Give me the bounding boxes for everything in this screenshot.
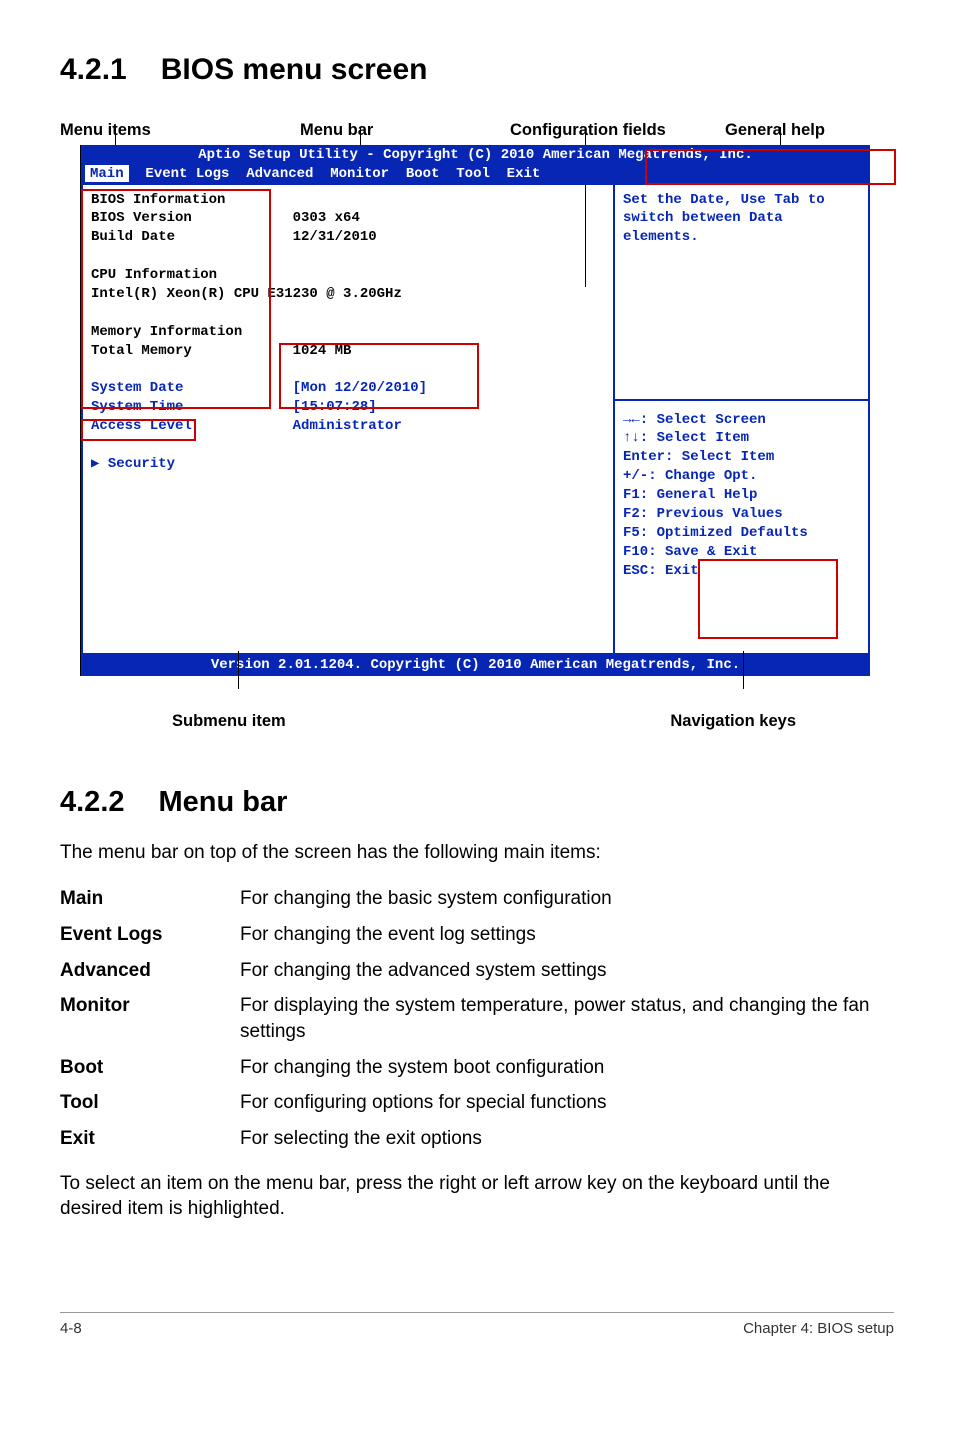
label-navigation-keys: Navigation keys [670, 710, 796, 732]
submenu-security[interactable]: ▶ Security [91, 455, 605, 474]
section-title-text: Menu bar [159, 786, 288, 818]
row-key: Main [60, 881, 240, 917]
table-row: AdvancedFor changing the advanced system… [60, 953, 894, 989]
menu-description-table: MainFor changing the basic system config… [60, 881, 894, 1156]
key-line: F2: Previous Values [623, 505, 860, 524]
key-line: →←: Select Screen [623, 411, 860, 430]
pointer-line [238, 651, 239, 689]
bios-info-row: Memory Information [91, 323, 605, 342]
section-heading-421: 4.2.1 BIOS menu screen [60, 50, 894, 91]
bios-footer: Version 2.01.1204. Copyright (C) 2010 Am… [81, 655, 870, 677]
field-value[interactable]: [Mon 12/20/2010] [183, 380, 427, 396]
label-menu-items: Menu items [60, 119, 300, 141]
table-row: BootFor changing the system boot configu… [60, 1050, 894, 1086]
bios-nav-keys: →←: Select Screen ↑↓: Select Item Enter:… [623, 401, 860, 581]
field-value: Administrator [192, 418, 402, 434]
key-line: +/-: Change Opt. [623, 467, 860, 486]
field-label: System Time [91, 399, 183, 415]
spacer [91, 304, 605, 323]
label-menu-bar: Menu bar [300, 119, 510, 141]
row-key: Advanced [60, 953, 240, 989]
bios-right-panel: Set the Date, Use Tab to switch between … [613, 185, 868, 653]
bios-body: BIOS Information BIOS Version 0303 x64 B… [81, 185, 870, 655]
row-val: For changing the advanced system setting… [240, 953, 894, 989]
pointer-line [743, 651, 744, 689]
bios-info-row: Intel(R) Xeon(R) CPU E31230 @ 3.20GHz [91, 285, 605, 304]
field-value[interactable]: [15:07:28] [183, 399, 376, 415]
table-row: ExitFor selecting the exit options [60, 1121, 894, 1157]
table-row: ToolFor configuring options for special … [60, 1085, 894, 1121]
section-title-text: BIOS menu screen [161, 53, 428, 86]
bios-info-row: Total Memory 1024 MB [91, 342, 605, 361]
section-number: 4.2.2 [60, 783, 125, 822]
bios-menu-items[interactable]: Event Logs Advanced Monitor Boot Tool Ex… [129, 166, 541, 182]
bios-info-row: System Date [Mon 12/20/2010] [91, 379, 605, 398]
field-label: Access Level [91, 418, 192, 434]
key-line: F5: Optimized Defaults [623, 524, 860, 543]
row-key: Event Logs [60, 917, 240, 953]
field-label: System Date [91, 380, 183, 396]
key-line: ESC: Exit [623, 562, 860, 581]
paragraph: The menu bar on top of the screen has th… [60, 840, 894, 866]
section-heading-422: 4.2.2 Menu bar [60, 783, 894, 822]
key-line: F1: General Help [623, 486, 860, 505]
bios-help-text: Set the Date, Use Tab to switch between … [623, 191, 860, 399]
label-submenu-item: Submenu item [172, 710, 286, 732]
bios-screen: Aptio Setup Utility - Copyright (C) 2010… [80, 145, 870, 677]
row-key: Exit [60, 1121, 240, 1157]
bios-titlebar: Aptio Setup Utility - Copyright (C) 2010… [81, 145, 870, 185]
spacer [91, 247, 605, 266]
bios-title-text: Aptio Setup Utility - Copyright (C) 2010… [89, 146, 862, 165]
label-config-fields: Configuration fields [510, 119, 725, 141]
help-line: switch between Data elements. [623, 209, 860, 247]
row-val: For displaying the system temperature, p… [240, 988, 894, 1049]
bios-info-row: Access Level Administrator [91, 417, 605, 436]
page-number: 4-8 [60, 1319, 82, 1339]
row-key: Monitor [60, 988, 240, 1049]
row-val: For configuring options for special func… [240, 1085, 894, 1121]
bios-info-row: CPU Information [91, 266, 605, 285]
spacer [91, 361, 605, 380]
key-line: ↑↓: Select Item [623, 429, 860, 448]
table-row: MonitorFor displaying the system tempera… [60, 988, 894, 1049]
page-footer: 4-8 Chapter 4: BIOS setup [60, 1312, 894, 1339]
spacer [91, 436, 605, 455]
row-val: For changing the event log settings [240, 917, 894, 953]
label-general-help: General help [725, 119, 894, 141]
bios-left-panel: BIOS Information BIOS Version 0303 x64 B… [83, 185, 613, 653]
row-val: For selecting the exit options [240, 1121, 894, 1157]
bios-info-row: BIOS Version 0303 x64 [91, 209, 605, 228]
key-line: Enter: Select Item [623, 448, 860, 467]
row-key: Boot [60, 1050, 240, 1086]
paragraph: To select an item on the menu bar, press… [60, 1171, 894, 1222]
section-number: 4.2.1 [60, 50, 127, 91]
table-row: Event LogsFor changing the event log set… [60, 917, 894, 953]
row-val: For changing the system boot configurati… [240, 1050, 894, 1086]
diagram-top-labels: Menu items Menu bar Configuration fields… [60, 119, 894, 141]
table-row: MainFor changing the basic system config… [60, 881, 894, 917]
help-line: Set the Date, Use Tab to [623, 191, 860, 210]
row-val: For changing the basic system configurat… [240, 881, 894, 917]
bios-diagram-wrap: Aptio Setup Utility - Copyright (C) 2010… [60, 145, 894, 677]
key-line: F10: Save & Exit [623, 543, 860, 562]
row-key: Tool [60, 1085, 240, 1121]
bios-menubar: Main Event Logs Advanced Monitor Boot To… [89, 165, 862, 185]
bios-info-row: Build Date 12/31/2010 [91, 228, 605, 247]
bios-menu-selected[interactable]: Main [85, 165, 129, 182]
bios-info-row: BIOS Information [91, 191, 605, 210]
bios-info-row: System Time [15:07:28] [91, 398, 605, 417]
diagram-bottom-labels: Submenu item Navigation keys [60, 710, 894, 732]
chapter-label: Chapter 4: BIOS setup [743, 1319, 894, 1339]
